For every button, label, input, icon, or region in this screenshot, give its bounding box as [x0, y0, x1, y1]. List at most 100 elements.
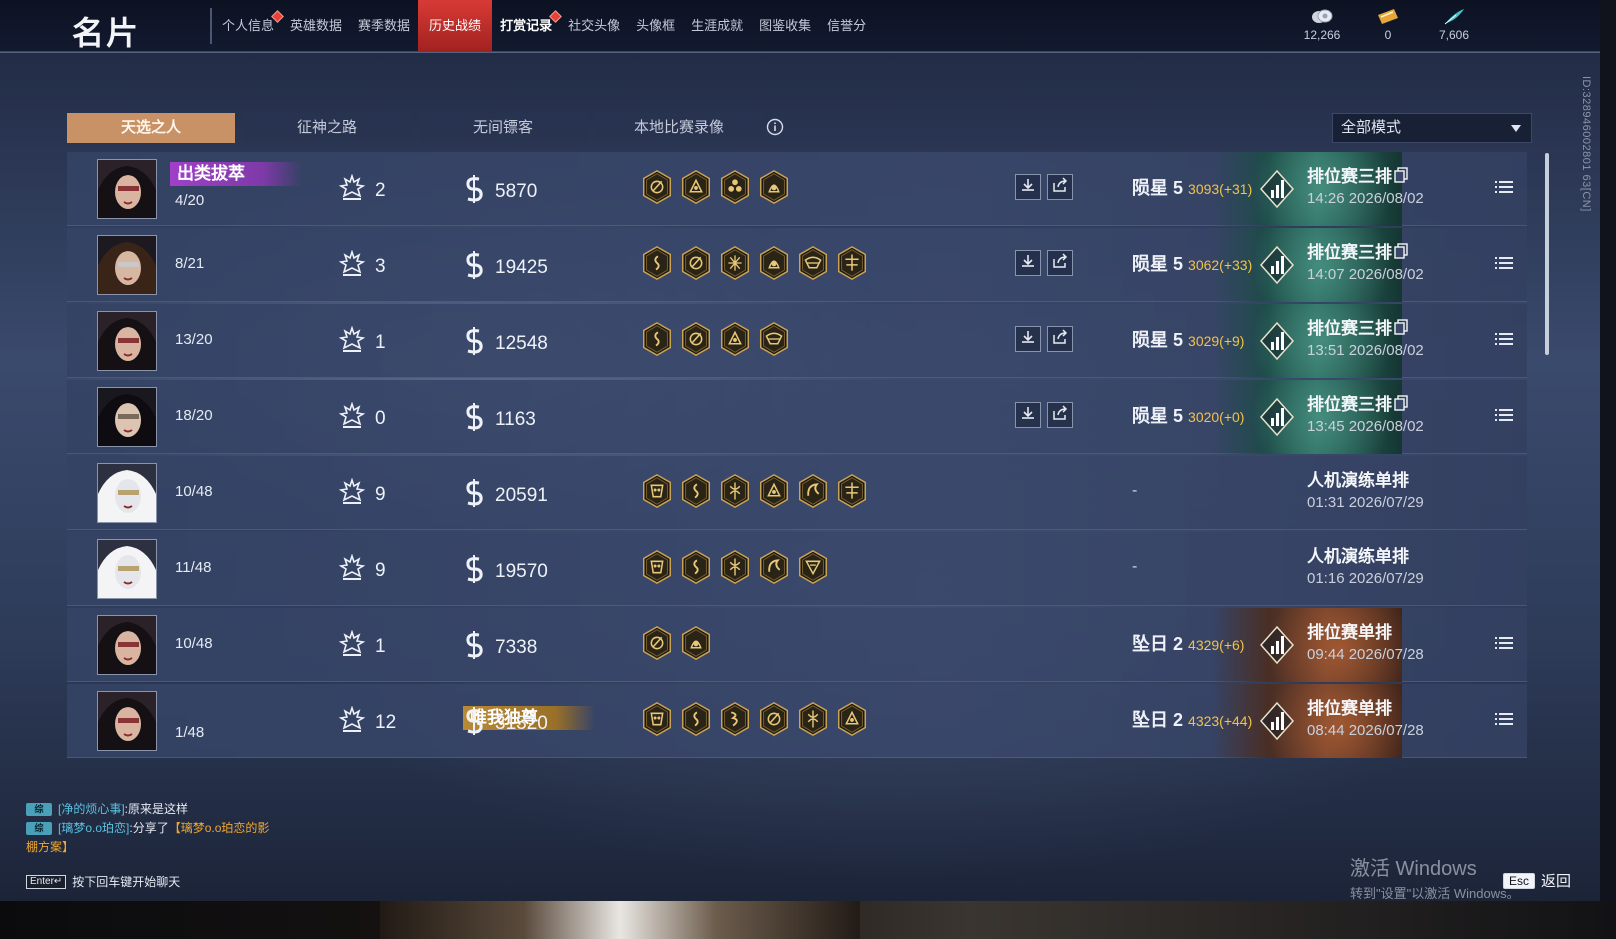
- crest-a-icon[interactable]: [641, 321, 673, 357]
- currency-value: 0: [1384, 28, 1392, 42]
- tab-9[interactable]: 信誉分: [819, 0, 874, 52]
- crest-b-icon[interactable]: [680, 245, 712, 281]
- info-icon[interactable]: [766, 118, 784, 141]
- crest-c-icon[interactable]: [836, 701, 868, 737]
- crest-a-icon[interactable]: [641, 245, 673, 281]
- enter-key-badge: Enter↵: [26, 874, 67, 889]
- crest-k-icon[interactable]: [797, 473, 829, 509]
- download-replay-button[interactable]: [1015, 250, 1041, 276]
- crest-a-icon[interactable]: [680, 549, 712, 585]
- crest-m-icon[interactable]: [719, 701, 751, 737]
- gold-coin-icon: [463, 402, 485, 437]
- download-replay-button[interactable]: [1015, 326, 1041, 352]
- hero-avatar[interactable]: [97, 463, 157, 523]
- crest-b-icon[interactable]: [641, 169, 673, 205]
- shared-link[interactable]: 【璃梦o.o珀恋的影: [169, 821, 270, 835]
- tab-7[interactable]: 生涯成就: [683, 0, 751, 52]
- match-row[interactable]: 18/20 0 1163 陨星 5 3020(+0) 排位赛三排 13:45 2026/0…: [67, 380, 1527, 454]
- crest-e-icon[interactable]: [758, 169, 790, 205]
- crest-g-icon[interactable]: [797, 245, 829, 281]
- crest-j-icon[interactable]: [719, 473, 751, 509]
- hero-avatar[interactable]: [97, 539, 157, 599]
- share-button[interactable]: [1047, 174, 1073, 200]
- hero-avatar[interactable]: [97, 691, 157, 751]
- chat-sender[interactable]: [净的烦心事]: [58, 802, 125, 816]
- match-row[interactable]: 10/48 9 20591 - 人机演练单排 01:31 2026/07/29: [67, 456, 1527, 530]
- crest-j-icon[interactable]: [797, 701, 829, 737]
- hero-avatar[interactable]: [97, 159, 157, 219]
- download-replay-button[interactable]: [1015, 174, 1041, 200]
- crest-b-icon[interactable]: [641, 625, 673, 661]
- shared-link-continuation[interactable]: 棚方案】: [26, 838, 326, 857]
- kills-stat: 2: [338, 173, 386, 207]
- crest-b-icon[interactable]: [758, 701, 790, 737]
- share-button[interactable]: [1047, 250, 1073, 276]
- match-row[interactable]: 唯我独尊 1/48 12 31320 坠日 2 4323(+44) 排位赛单排 08:44 …: [67, 684, 1527, 758]
- gold-value: 20591: [495, 484, 548, 506]
- tab-8[interactable]: 图鉴收集: [751, 0, 819, 52]
- crest-h-icon[interactable]: [836, 245, 868, 281]
- chat-sender[interactable]: [璃梦o.o珀恋]: [58, 821, 129, 835]
- tab-3[interactable]: 历史战绩: [418, 0, 493, 52]
- details-menu-button[interactable]: [1495, 256, 1513, 275]
- hero-avatar[interactable]: [97, 235, 157, 295]
- share-button[interactable]: [1047, 326, 1073, 352]
- match-row[interactable]: 13/20 1 12548 陨星 5 3029(+9) 排位赛三排 13:51 2026/…: [67, 304, 1527, 378]
- crest-g-icon[interactable]: [758, 321, 790, 357]
- tab-1[interactable]: 英雄数据: [282, 0, 350, 52]
- crest-f-icon[interactable]: [719, 245, 751, 281]
- crest-i-icon[interactable]: [641, 473, 673, 509]
- subtab-3[interactable]: 本地比赛录像: [595, 113, 763, 143]
- tab-6[interactable]: 头像框: [628, 0, 683, 52]
- tab-5[interactable]: 社交头像: [560, 0, 628, 52]
- list-scrollbar[interactable]: [1545, 153, 1549, 355]
- crest-a-icon[interactable]: [680, 701, 712, 737]
- crest-c-icon[interactable]: [719, 321, 751, 357]
- mode-filter-dropdown[interactable]: 全部模式: [1332, 113, 1532, 143]
- subtab-2[interactable]: 无间镖客: [419, 113, 587, 143]
- crest-i-icon[interactable]: [641, 701, 673, 737]
- crest-e-icon[interactable]: [758, 245, 790, 281]
- match-row[interactable]: 10/48 1 7338 坠日 2 4329(+6) 排位赛单排 09:44 2026/0…: [67, 608, 1527, 682]
- crest-k-icon[interactable]: [758, 549, 790, 585]
- list-icon: [1495, 713, 1513, 730]
- details-menu-button[interactable]: [1495, 332, 1513, 351]
- kills-icon: [338, 401, 366, 435]
- chat-message: 综 [璃梦o.o珀恋]:分享了【璃梦o.o珀恋的影: [26, 819, 326, 838]
- hero-avatar[interactable]: [97, 387, 157, 447]
- download-replay-button[interactable]: [1015, 402, 1041, 428]
- details-menu-button[interactable]: [1495, 408, 1513, 427]
- crest-j-icon[interactable]: [719, 549, 751, 585]
- tab-0[interactable]: 个人信息: [214, 0, 284, 52]
- hero-avatar[interactable]: [97, 615, 157, 675]
- match-row[interactable]: 11/48 9 19570 - 人机演练单排 01:16 2026/07/29: [67, 532, 1527, 606]
- subtab-0[interactable]: 天选之人: [67, 113, 235, 143]
- share-button[interactable]: [1047, 402, 1073, 428]
- placement-rank: 18/20: [175, 407, 213, 424]
- details-menu-button[interactable]: [1495, 712, 1513, 731]
- crest-c-icon[interactable]: [758, 473, 790, 509]
- back-button[interactable]: Esc 返回: [1503, 870, 1571, 891]
- crest-l-icon[interactable]: [797, 549, 829, 585]
- crest-c-icon[interactable]: [680, 169, 712, 205]
- subtab-1[interactable]: 征神之路: [243, 113, 411, 143]
- details-menu-button[interactable]: [1495, 180, 1513, 199]
- crest-a-icon[interactable]: [680, 473, 712, 509]
- crest-h-icon[interactable]: [836, 473, 868, 509]
- match-row[interactable]: 出类拔萃 4/20 2 5870 陨星 5 3093(+31) 排位赛三排 14:26 20…: [67, 152, 1527, 226]
- details-menu-button[interactable]: [1495, 636, 1513, 655]
- crest-i-icon[interactable]: [641, 549, 673, 585]
- match-row[interactable]: 8/21 3 19425 陨星 5 3062(+33) 排位赛三排 14:07 2026/…: [67, 228, 1527, 302]
- match-history-list: 出类拔萃 4/20 2 5870 陨星 5 3093(+31) 排位赛三排 14:26 20…: [67, 152, 1527, 760]
- chat-hint[interactable]: Enter↵ 按下回车键开始聊天: [26, 873, 180, 890]
- gold-value: 5870: [495, 180, 538, 202]
- crest-e-icon[interactable]: [680, 625, 712, 661]
- crest-b-icon[interactable]: [680, 321, 712, 357]
- tab-4[interactable]: 打赏记录: [492, 0, 562, 52]
- share-icon: [1052, 404, 1068, 426]
- crest-d-icon[interactable]: [719, 169, 751, 205]
- gold-coin-icon: [463, 174, 485, 209]
- tab-2[interactable]: 赛季数据: [350, 0, 418, 52]
- hero-avatar[interactable]: [97, 311, 157, 371]
- tier-points: 3029(+9): [1188, 333, 1245, 349]
